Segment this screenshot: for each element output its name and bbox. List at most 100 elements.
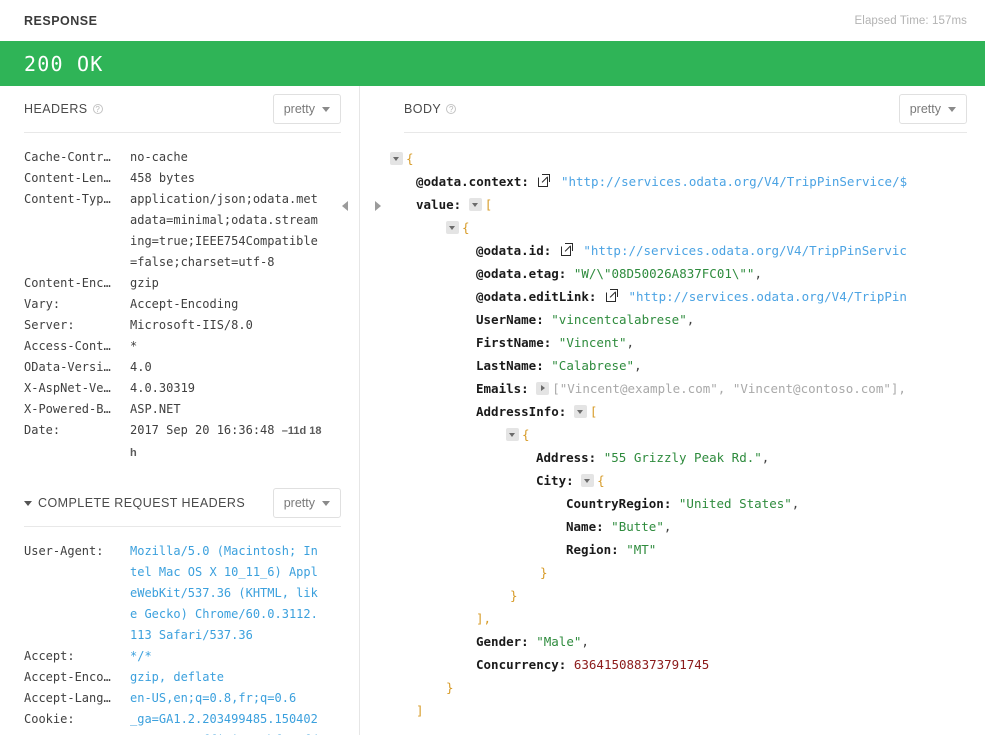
header-key: Accept-Lang…: [24, 691, 111, 705]
json-key: City:: [536, 473, 574, 488]
header-value: Mozilla/5.0 (Macintosh; Intel Mac OS X 1…: [130, 544, 318, 642]
body-label: BODY: [404, 102, 442, 116]
collapse-body-pane-button[interactable]: [370, 198, 386, 214]
header-key: X-AspNet-Ve…: [24, 381, 111, 395]
json-line-value: value: [: [360, 193, 985, 216]
header-key: User-Agent:: [24, 544, 104, 558]
request-headers-section-header[interactable]: COMPLETE REQUEST HEADERS pretty: [0, 480, 359, 526]
json-comma: ,: [634, 358, 642, 373]
header-key: X-Powered-B…: [24, 402, 111, 416]
json-key: LastName:: [476, 358, 544, 373]
json-value[interactable]: "http://services.odata.org/V4/TripPin: [628, 289, 906, 304]
header-key: Accept-Enco…: [24, 670, 111, 684]
collapse-toggle-icon[interactable]: [573, 405, 587, 418]
collapse-toggle-icon[interactable]: [506, 428, 519, 441]
json-line-odata-etag: @odata.etag: "W/\"08D50026A837FC01\"",: [360, 262, 985, 285]
header-value: 4.0: [130, 360, 152, 374]
collapse-toggle-icon[interactable]: [581, 474, 595, 487]
table-row: OData-Versi… 4.0: [0, 357, 359, 378]
json-value: "55 Grizzly Peak Rd.": [603, 450, 762, 465]
header-key: Content-Len…: [24, 171, 111, 185]
json-comma: ,: [581, 634, 589, 649]
expand-toggle-icon[interactable]: [536, 382, 550, 395]
json-line-addressinfo: AddressInfo: [: [360, 400, 985, 423]
header-key: Cache-Contr…: [24, 150, 111, 164]
collapse-headers-pane-button[interactable]: [337, 198, 353, 214]
header-value: application/json;odata.metadata=minimal;…: [130, 192, 318, 269]
request-headers-list: User-Agent: Mozilla/5.0 (Macintosh; Inte…: [0, 527, 359, 735]
json-line-address: Address: "55 Grizzly Peak Rd.",: [360, 446, 985, 469]
body-pretty-dropdown[interactable]: pretty: [898, 94, 967, 124]
json-value[interactable]: "http://services.odata.org/V4/TripPinSer…: [561, 174, 907, 189]
table-row: Content-Enc… gzip: [0, 273, 359, 294]
json-brace: {: [406, 151, 414, 166]
header-key: Access-Cont…: [24, 339, 111, 353]
json-bracket: ],: [476, 611, 492, 626]
json-key: Name:: [566, 519, 604, 534]
json-value: "Male": [536, 634, 582, 649]
chevron-down-icon: [322, 106, 330, 112]
external-link-icon[interactable]: [538, 175, 549, 187]
request-pretty-dropdown[interactable]: pretty: [272, 488, 341, 518]
external-link-icon[interactable]: [560, 244, 572, 256]
help-icon[interactable]: ?: [446, 104, 457, 114]
json-key: Address:: [536, 450, 597, 465]
header-key: Content-Typ…: [24, 192, 111, 206]
header-value: */*: [130, 649, 152, 663]
header-key: Cookie:: [24, 712, 75, 726]
table-row: X-Powered-B… ASP.NET: [0, 399, 359, 420]
external-link-icon[interactable]: [605, 290, 617, 302]
collapse-toggle-icon[interactable]: [390, 152, 403, 165]
header-key: Content-Enc…: [24, 276, 111, 290]
header-value: en-US,en;q=0.8,fr;q=0.6: [130, 691, 297, 705]
headers-section-header: HEADERS ? pretty: [0, 86, 359, 132]
json-value: "vincentcalabrese": [551, 312, 687, 327]
json-comma: ,: [791, 496, 800, 511]
body-pretty-label: pretty: [909, 102, 941, 116]
panes-container: HEADERS ? pretty Cache-Contr… no-cache C…: [0, 86, 985, 735]
json-line-odata-id: @odata.id: "http://services.odata.org/V4…: [360, 239, 985, 262]
json-bracket: [: [589, 404, 598, 419]
help-icon[interactable]: ?: [92, 104, 103, 114]
table-row: Cookie: _ga=GA1.2.203499485.1504020140; …: [0, 709, 359, 735]
table-row: X-AspNet-Ve… 4.0.30319: [0, 378, 359, 399]
json-line-odata-editlink: @odata.editLink: "http://services.odata.…: [360, 285, 985, 308]
response-headers-list: Cache-Contr… no-cache Content-Len… 458 b…: [0, 133, 359, 464]
json-value[interactable]: "http://services.odata.org/V4/TripPinSer…: [583, 243, 907, 258]
json-key: @odata.editLink:: [476, 289, 597, 304]
header-value: _ga=GA1.2.203499485.1504020140; ARRAffin…: [130, 712, 318, 735]
table-row: Content-Len… 458 bytes: [0, 168, 359, 189]
page-title: RESPONSE: [24, 13, 98, 28]
headers-pretty-dropdown[interactable]: pretty: [272, 94, 341, 124]
collapse-toggle-icon[interactable]: [446, 221, 459, 234]
json-line-root-open: {: [360, 147, 985, 170]
json-line-name: Name: "Butte",: [360, 515, 985, 538]
header-value: no-cache: [130, 150, 188, 164]
headers-pane: HEADERS ? pretty Cache-Contr… no-cache C…: [0, 86, 360, 735]
body-pane: BODY ? pretty { @odata.context: "http://…: [360, 86, 985, 735]
status-code-text: 200 OK: [24, 51, 104, 76]
json-line-firstname: FirstName: "Vincent",: [360, 331, 985, 354]
triangle-left-icon: [342, 201, 348, 211]
status-banner: 200 OK: [0, 41, 985, 86]
json-comma: ,: [754, 266, 762, 281]
header-key: Server:: [24, 318, 75, 332]
chevron-down-icon[interactable]: [24, 500, 32, 506]
json-value: "Vincent": [558, 335, 627, 350]
header-key: Accept:: [24, 649, 75, 663]
json-brace: }: [540, 565, 548, 580]
json-bracket: ]: [416, 703, 424, 718]
json-key: UserName:: [476, 312, 544, 327]
json-key: AddressInfo:: [476, 404, 567, 419]
request-headers-label: COMPLETE REQUEST HEADERS: [38, 496, 246, 510]
json-brace: {: [597, 473, 605, 488]
header-key: Vary:: [24, 297, 61, 311]
json-key: @odata.etag:: [476, 266, 567, 281]
collapse-toggle-icon[interactable]: [468, 198, 482, 211]
json-line-username: UserName: "vincentcalabrese",: [360, 308, 985, 331]
json-line-close-address-item: }: [360, 584, 985, 607]
table-row: Accept-Enco… gzip, deflate: [0, 667, 359, 688]
table-row: Accept: */*: [0, 646, 359, 667]
json-value: 636415088373791745: [573, 657, 710, 672]
json-brace: }: [510, 588, 518, 603]
